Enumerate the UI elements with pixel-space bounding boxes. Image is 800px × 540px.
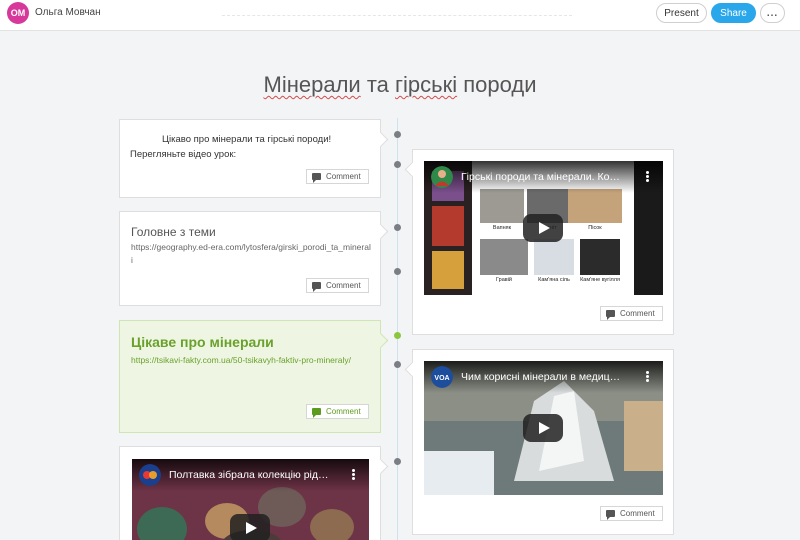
comment-icon bbox=[312, 173, 321, 183]
comment-icon bbox=[312, 282, 321, 292]
video-title-bar: VOA Чим корисні мінерали в медиц… bbox=[424, 361, 663, 393]
video-title[interactable]: Гірські породи та мінерали. Ко… bbox=[461, 171, 626, 183]
intro-line: Перегляньте відео урок: bbox=[130, 149, 237, 160]
video-embed[interactable]: VOA Чим корисні мінерали в медиц… bbox=[424, 361, 663, 495]
video-card[interactable]: Вапняк Граніт Пісок Гравій Кам'яна сіль … bbox=[412, 149, 674, 335]
intro-line: Цікаво про мінерали та гірські породи! bbox=[162, 134, 332, 145]
channel-avatar-icon bbox=[431, 166, 453, 188]
page-title: Мінерали та гірські породи bbox=[0, 72, 800, 98]
channel-logo-icon: VOA bbox=[431, 366, 453, 388]
video-menu-icon[interactable] bbox=[646, 171, 649, 182]
video-menu-icon[interactable] bbox=[352, 469, 355, 480]
summary-card[interactable]: Головне з теми https://geography.ed-era.… bbox=[119, 211, 381, 306]
card-link[interactable]: https://tsikavi-fakty.com.ua/50-tsikavyh… bbox=[131, 354, 371, 367]
author-name: Ольга Мовчан bbox=[35, 7, 101, 18]
timeline-dot-active bbox=[394, 332, 401, 339]
timeline-spine bbox=[397, 118, 398, 540]
timeline-dot bbox=[394, 268, 401, 275]
video-card[interactable]: VOA Чим корисні мінерали в медиц… Commen… bbox=[412, 349, 674, 535]
comment-label: Comment bbox=[620, 309, 655, 318]
comment-button[interactable]: Comment bbox=[600, 306, 663, 321]
channel-badge-text: VOA bbox=[434, 375, 449, 382]
share-button[interactable]: Share bbox=[711, 3, 756, 23]
timeline-dot bbox=[394, 458, 401, 465]
comment-label: Comment bbox=[620, 509, 655, 518]
video-embed[interactable]: Полтавка зібрала колекцію рід… bbox=[132, 459, 369, 540]
video-menu-icon[interactable] bbox=[646, 371, 649, 382]
avatar[interactable]: ОМ bbox=[7, 2, 29, 24]
facts-card[interactable]: Цікаве про мінерали https://tsikavi-fakt… bbox=[119, 320, 381, 433]
timeline-dot bbox=[394, 131, 401, 138]
more-options-button[interactable]: ... bbox=[760, 3, 785, 23]
page-title-word: породи bbox=[457, 72, 537, 97]
page-title-word: та bbox=[360, 72, 395, 97]
timeline-dot bbox=[394, 361, 401, 368]
channel-logo-icon bbox=[139, 464, 161, 486]
video-card[interactable]: Полтавка зібрала колекцію рід… bbox=[119, 446, 381, 540]
intro-text: Цікаво про мінерали та гірські породи! П… bbox=[130, 132, 370, 162]
video-embed[interactable]: Вапняк Граніт Пісок Гравій Кам'яна сіль … bbox=[424, 161, 663, 295]
card-title: Цікаве про мінерали bbox=[131, 334, 274, 350]
mineral-caption: Кам'яне вугілля bbox=[580, 277, 620, 283]
play-button-icon[interactable] bbox=[230, 514, 270, 540]
video-title[interactable]: Полтавка зібрала колекцію рід… bbox=[169, 469, 337, 481]
page-title-word: Мінерали bbox=[263, 72, 361, 97]
video-title[interactable]: Чим корисні мінерали в медиц… bbox=[461, 371, 626, 383]
comment-button[interactable]: Comment bbox=[306, 278, 369, 293]
ghost-title-placeholder bbox=[222, 4, 572, 16]
comment-button[interactable]: Comment bbox=[306, 169, 369, 184]
page-title-word: гірські bbox=[395, 72, 458, 97]
mineral-caption: Гравій bbox=[495, 277, 512, 283]
video-title-bar: Полтавка зібрала колекцію рід… bbox=[132, 459, 369, 491]
card-title: Головне з теми bbox=[131, 225, 216, 239]
timeline-dot bbox=[394, 161, 401, 168]
comment-icon bbox=[606, 310, 615, 320]
mineral-caption: Пісок bbox=[588, 225, 602, 231]
comment-label: Comment bbox=[326, 407, 361, 416]
comment-label: Comment bbox=[326, 281, 361, 290]
comment-icon bbox=[606, 510, 615, 520]
comment-button[interactable]: Comment bbox=[306, 404, 369, 419]
intro-card[interactable]: Цікаво про мінерали та гірські породи! П… bbox=[119, 119, 381, 198]
timeline-dot bbox=[394, 224, 401, 231]
mineral-caption: Кам'яна сіль bbox=[538, 277, 570, 283]
top-bar: ОМ Ольга Мовчан Present Share ... bbox=[0, 0, 800, 31]
comment-button[interactable]: Comment bbox=[600, 506, 663, 521]
comment-icon bbox=[312, 408, 321, 418]
comment-label: Comment bbox=[326, 172, 361, 181]
present-button[interactable]: Present bbox=[656, 3, 707, 23]
play-button-icon[interactable] bbox=[523, 214, 563, 242]
video-title-bar: Гірські породи та мінерали. Ко… bbox=[424, 161, 663, 193]
card-link[interactable]: https://geography.ed-era.com/lytosfera/g… bbox=[131, 241, 371, 267]
mineral-caption: Вапняк bbox=[492, 225, 512, 231]
play-button-icon[interactable] bbox=[523, 414, 563, 442]
